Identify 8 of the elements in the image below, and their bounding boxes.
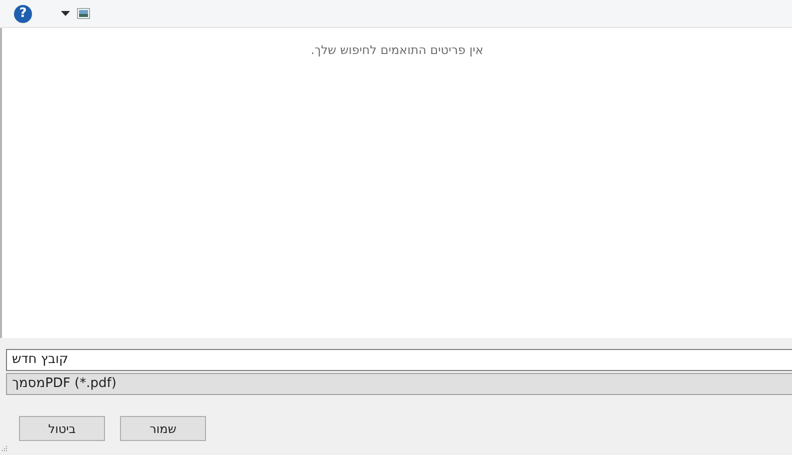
dialog-button[interactable]: ביטול — [19, 416, 105, 441]
file-name-field[interactable]: קובץ חדש — [6, 349, 792, 371]
help-icon[interactable]: ? — [14, 4, 32, 22]
caret-icon[interactable] — [61, 11, 70, 16]
dialog-button[interactable]: שמור — [120, 416, 206, 441]
file-type-dropdown[interactable]: מסמךPDF (*.pdf) — [6, 373, 792, 395]
image-icon[interactable] — [77, 8, 90, 19]
empty-message: אין פריטים התואמים לחיפוש שלך. — [310, 43, 484, 57]
